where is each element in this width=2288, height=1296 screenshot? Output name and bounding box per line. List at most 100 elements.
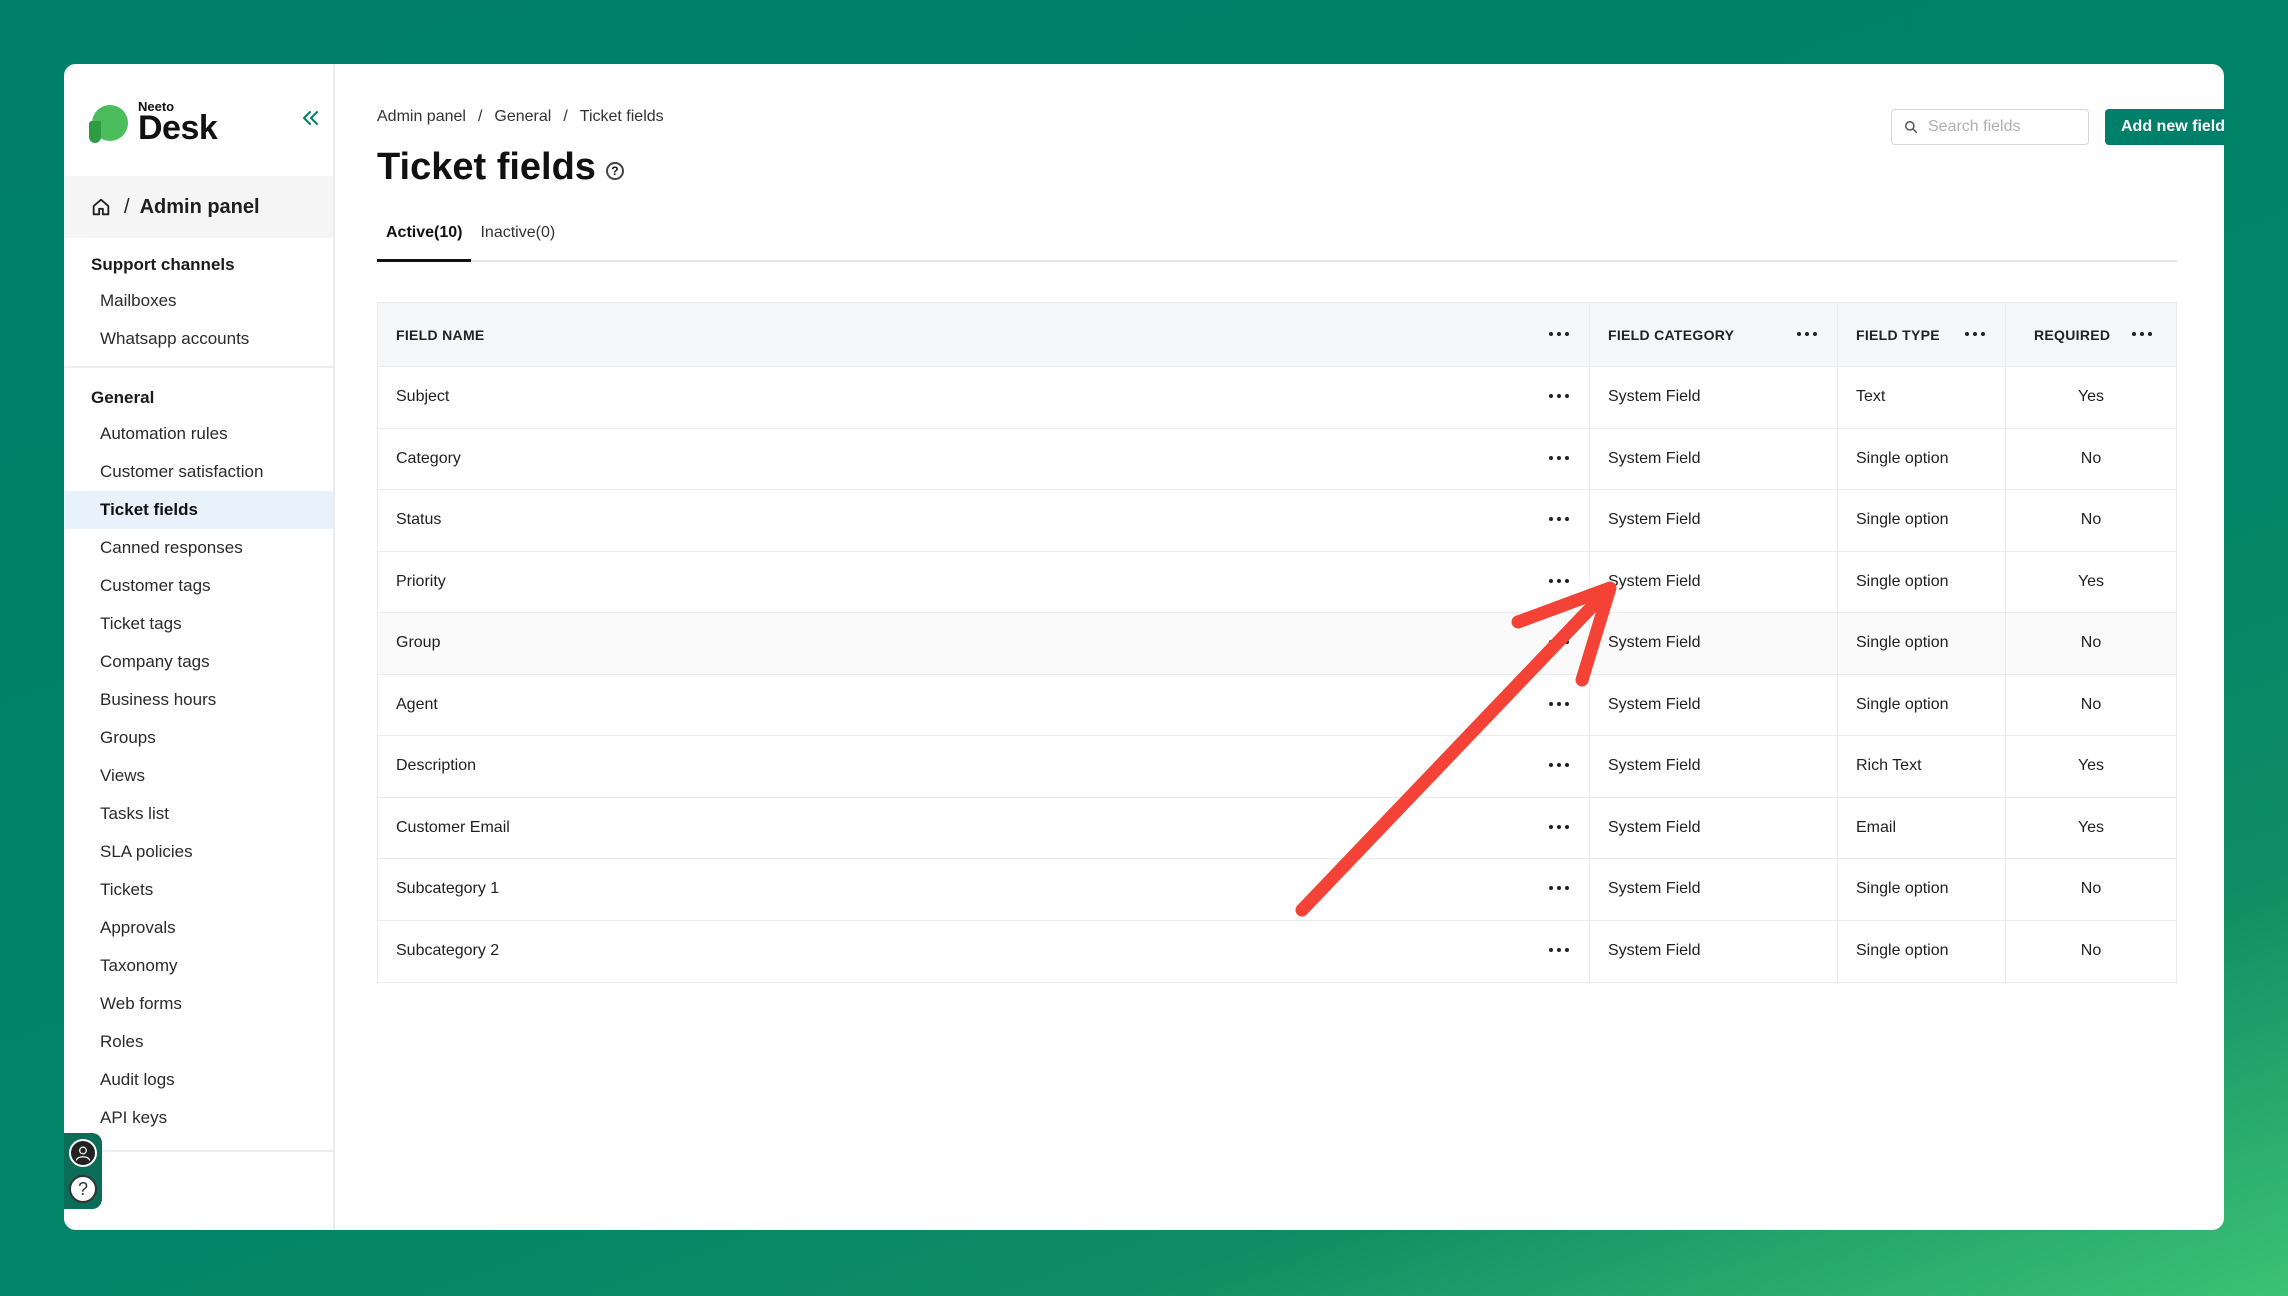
collapse-sidebar-icon[interactable]	[298, 106, 322, 130]
sidebar-item-canned-responses[interactable]: Canned responses	[64, 529, 333, 567]
breadcrumb-general[interactable]: General	[494, 108, 551, 126]
row-menu-icon[interactable]	[1549, 886, 1569, 892]
field-name-cell[interactable]: Priority	[396, 573, 446, 591]
sidebar-item-groups[interactable]: Groups	[64, 719, 333, 757]
field-type-cell: Single option	[1856, 634, 1949, 652]
field-category-cell: System Field	[1608, 388, 1701, 406]
table-row[interactable]: Customer Email System Field Email Yes	[378, 797, 2176, 859]
sidebar-item-customer-tags[interactable]: Customer tags	[64, 567, 333, 605]
row-menu-icon[interactable]	[1549, 701, 1569, 708]
header-field-category: FIELD CATEGORY	[1590, 303, 1838, 366]
table-row[interactable]: Status System Field Single option No	[378, 490, 2176, 552]
row-menu-icon[interactable]	[1549, 763, 1569, 769]
column-menu-icon[interactable]	[1965, 331, 1985, 338]
main-content: Admin panel / General / Ticket fields Ti…	[335, 64, 2224, 1230]
search-input[interactable]	[1928, 118, 2078, 136]
field-name-cell[interactable]: Subcategory 1	[396, 880, 499, 898]
sidebar-item-tickets[interactable]: Tickets	[64, 871, 333, 909]
user-avatar[interactable]	[69, 1139, 97, 1167]
sidebar-item-views[interactable]: Views	[64, 757, 333, 795]
add-new-field-button[interactable]: Add new field	[2105, 109, 2224, 145]
column-menu-icon[interactable]	[1797, 331, 1817, 338]
field-name-cell[interactable]: Subject	[396, 388, 449, 406]
help-icon[interactable]: ?	[69, 1175, 97, 1203]
sidebar-item-sla-policies[interactable]: SLA policies	[64, 833, 333, 871]
table-row[interactable]: Subcategory 2 System Field Single option…	[378, 920, 2176, 982]
page-title: Ticket fields ?	[377, 146, 624, 189]
admin-panel-crumb[interactable]: / Admin panel	[64, 176, 333, 238]
sidebar-item-mailboxes[interactable]: Mailboxes	[64, 282, 333, 320]
row-menu-icon[interactable]	[1549, 455, 1569, 462]
row-menu-icon[interactable]	[1549, 948, 1569, 954]
row-menu-icon[interactable]	[1549, 578, 1569, 585]
logo-big-text: Desk	[138, 109, 218, 147]
sidebar-item-api-keys[interactable]: API keys	[64, 1099, 333, 1137]
table-row[interactable]: Subcategory 1 System Field Single option…	[378, 859, 2176, 921]
sidebar-item-company-tags[interactable]: Company tags	[64, 643, 333, 681]
breadcrumb: Admin panel / General / Ticket fields	[377, 108, 664, 126]
home-icon[interactable]	[90, 196, 112, 218]
header-field-name: FIELD NAME	[378, 303, 1590, 366]
search-box	[1891, 109, 2089, 145]
neeto-desk-logo[interactable]: Neeto Desk	[89, 100, 218, 147]
column-menu-icon[interactable]	[2132, 331, 2152, 338]
required-cell: No	[2080, 634, 2102, 652]
sidebar-item-automation-rules[interactable]: Automation rules	[64, 415, 333, 453]
table-row[interactable]: Priority System Field Single option Yes	[378, 551, 2176, 613]
breadcrumb-ticket-fields: Ticket fields	[579, 108, 664, 125]
sidebar-item-ticket-fields[interactable]: Ticket fields	[64, 491, 333, 529]
table-row[interactable]: Subject System Field Text Yes	[378, 367, 2176, 429]
field-type-cell: Email	[1856, 818, 1897, 836]
field-name-cell[interactable]: Description	[396, 757, 476, 775]
sidebar-item-whatsapp-accounts[interactable]: Whatsapp accounts	[64, 320, 333, 358]
nav-divider	[64, 1150, 333, 1152]
nav-section-support-channels: Support channels Mailboxes Whatsapp acco…	[64, 248, 333, 358]
column-menu-icon[interactable]	[1549, 331, 1569, 338]
breadcrumb-admin-panel[interactable]: Admin panel	[377, 108, 466, 126]
tab-active[interactable]: Active(10)	[377, 218, 472, 262]
field-name-cell[interactable]: Customer Email	[396, 819, 510, 837]
field-type-cell: Rich Text	[1856, 757, 1922, 775]
field-category-cell: System Field	[1608, 942, 1701, 960]
sidebar-item-tasks-list[interactable]: Tasks list	[64, 795, 333, 833]
sidebar-item-customer-satisfaction[interactable]: Customer satisfaction	[64, 453, 333, 491]
help-circle-icon[interactable]: ?	[605, 161, 624, 180]
logo-icon	[89, 104, 128, 143]
table-row[interactable]: Agent System Field Single option No	[378, 674, 2176, 736]
required-cell: Yes	[2077, 388, 2105, 406]
sidebar-item-web-forms[interactable]: Web forms	[64, 985, 333, 1023]
sidebar-item-approvals[interactable]: Approvals	[64, 909, 333, 947]
tab-inactive[interactable]: Inactive(0)	[471, 218, 564, 262]
required-cell: Yes	[2077, 757, 2105, 775]
sidebar-item-taxonomy[interactable]: Taxonomy	[64, 947, 333, 985]
app-window: Neeto Desk / Admin panel Support channel…	[64, 64, 2224, 1230]
table-row[interactable]: Category System Field Single option No	[378, 428, 2176, 490]
required-cell: No	[2080, 511, 2102, 529]
search-icon	[1905, 121, 1917, 133]
nav-heading: General	[91, 388, 155, 407]
field-category-cell: System Field	[1608, 818, 1701, 836]
row-menu-icon[interactable]	[1549, 517, 1569, 523]
table-row[interactable]: Group System Field Single option No	[378, 613, 2176, 675]
row-menu-icon[interactable]	[1549, 394, 1569, 400]
header-field-type: FIELD TYPE	[1838, 303, 2006, 366]
page-title-text: Ticket fields	[377, 146, 596, 188]
field-name-cell[interactable]: Agent	[396, 696, 438, 714]
field-name-cell[interactable]: Category	[396, 450, 461, 468]
sidebar-item-business-hours[interactable]: Business hours	[64, 681, 333, 719]
sidebar-item-ticket-tags[interactable]: Ticket tags	[64, 605, 333, 643]
field-category-cell: System Field	[1608, 695, 1701, 713]
breadcrumb-separator: /	[563, 108, 568, 125]
row-menu-icon[interactable]	[1549, 640, 1569, 646]
field-category-cell: System Field	[1608, 449, 1701, 467]
field-type-cell: Single option	[1856, 449, 1949, 467]
required-cell: Yes	[2077, 572, 2105, 590]
sidebar-item-audit-logs[interactable]: Audit logs	[64, 1061, 333, 1099]
row-menu-icon[interactable]	[1549, 824, 1569, 831]
field-name-cell[interactable]: Group	[396, 634, 440, 652]
required-cell: No	[2080, 942, 2102, 960]
table-row[interactable]: Description System Field Rich Text Yes	[378, 736, 2176, 798]
field-name-cell[interactable]: Status	[396, 511, 441, 529]
sidebar-item-roles[interactable]: Roles	[64, 1023, 333, 1061]
field-name-cell[interactable]: Subcategory 2	[396, 942, 499, 960]
